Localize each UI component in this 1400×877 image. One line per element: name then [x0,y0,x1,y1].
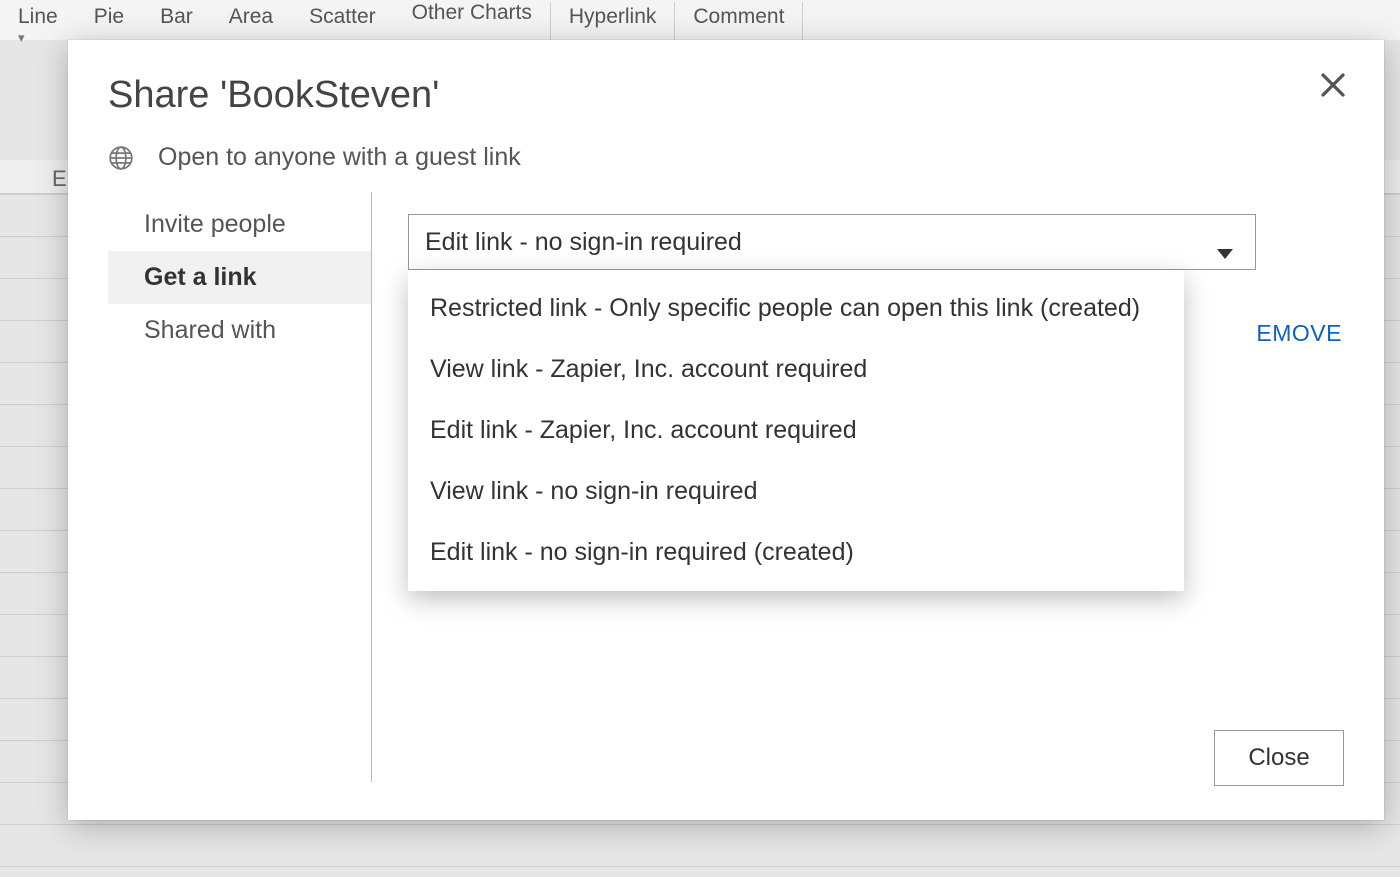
ribbon-item-bar[interactable]: Bar [142,0,211,28]
remove-link-partial[interactable]: EMOVE [1256,320,1342,347]
sharing-status-text: Open to anyone with a guest link [158,143,521,172]
ribbon-item-pie[interactable]: Pie [76,0,142,28]
share-dialog: Share 'BookSteven' Open to anyone with a… [68,40,1384,820]
link-option-view-account[interactable]: View link - Zapier, Inc. account require… [408,339,1184,400]
column-header-e[interactable]: E [52,166,67,192]
link-option-view-nosignin[interactable]: View link - no sign-in required [408,461,1184,522]
ribbon-item-other-charts[interactable]: Other Charts [394,0,550,24]
nav-shared-with[interactable]: Shared with [108,304,371,357]
close-icon[interactable] [1318,70,1348,100]
share-sidenav: Invite people Get a link Shared with [108,192,372,782]
sharing-status-row: Open to anyone with a guest link [108,143,1344,172]
link-type-dropdown: Restricted link - Only specific people c… [408,270,1184,591]
link-type-selected-label: Edit link - no sign-in required [425,228,742,257]
nav-invite-people[interactable]: Invite people [108,198,371,251]
ribbon-toolbar: Line Pie Bar Area Scatter Other Charts H… [0,0,1400,40]
ribbon-item-scatter[interactable]: Scatter [291,0,394,28]
ribbon-separator [802,2,803,40]
link-option-restricted[interactable]: Restricted link - Only specific people c… [408,278,1184,339]
link-type-select[interactable]: Edit link - no sign-in required [408,214,1256,270]
globe-icon [108,145,134,171]
ribbon-item-line[interactable]: Line [0,0,76,28]
chevron-down-icon [1217,237,1233,266]
ribbon-item-hyperlink[interactable]: Hyperlink [551,0,675,28]
dialog-title: Share 'BookSteven' [108,74,1344,117]
close-button[interactable]: Close [1214,730,1344,786]
link-option-edit-nosignin-created[interactable]: Edit link - no sign-in required (created… [408,522,1184,583]
nav-get-a-link[interactable]: Get a link [108,251,371,304]
share-content-pane: Edit link - no sign-in required EMOVE Re… [372,192,1344,782]
ribbon-dropdown-caret[interactable]: ▾ [18,30,25,46]
ribbon-item-comment[interactable]: Comment [675,0,802,28]
link-option-edit-account[interactable]: Edit link - Zapier, Inc. account require… [408,400,1184,461]
ribbon-item-area[interactable]: Area [211,0,291,28]
ribbon-item-label: Other Charts [412,1,532,24]
